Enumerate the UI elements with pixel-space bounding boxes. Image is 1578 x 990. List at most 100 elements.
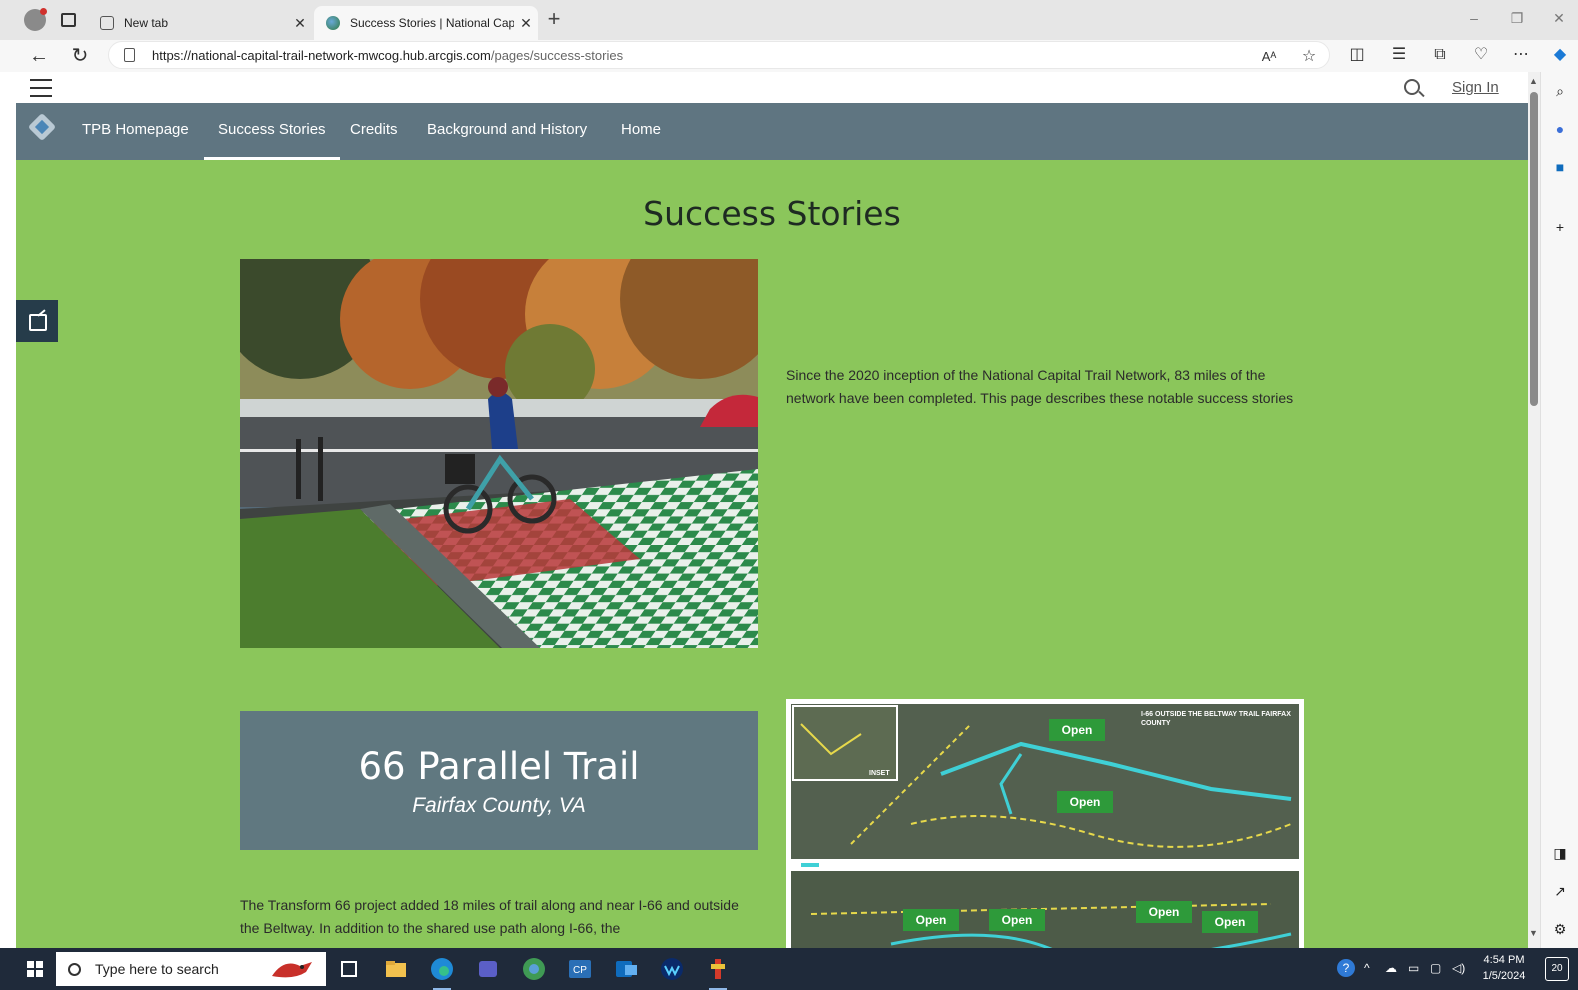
taskbar-search-icon: [68, 962, 81, 976]
map-open-badge: Open: [903, 909, 959, 931]
edge-browser-icon[interactable]: [429, 956, 455, 990]
sign-in-link[interactable]: Sign In: [1452, 79, 1499, 96]
notification-center-icon[interactable]: 20: [1545, 957, 1569, 981]
search-icon[interactable]: [1404, 79, 1420, 95]
profile-notification-dot: [40, 8, 47, 15]
story-card: 66 Parallel Trail Fairfax County, VA: [240, 711, 758, 850]
sidebar-shopping-icon[interactable]: ●: [1551, 120, 1569, 138]
windows-taskbar: Type here to search CP ? ^ ☁ ▭ ▢ ◁) 4:54…: [0, 948, 1578, 990]
photo-illustration: [240, 259, 758, 648]
refresh-icon[interactable]: ↻: [67, 43, 93, 69]
url-path: /pages/success-stories: [490, 48, 624, 63]
back-arrow-icon[interactable]: ←: [26, 43, 52, 69]
map-title: I-66 OUTSIDE THE BELTWAY TRAIL FAIRFAX C…: [1141, 711, 1291, 727]
nav-background-and-history[interactable]: Background and History: [427, 121, 587, 138]
onedrive-cloud-icon[interactable]: ☁: [1385, 961, 1397, 975]
lock-icon[interactable]: [124, 48, 135, 62]
volume-icon[interactable]: ◁): [1452, 961, 1465, 975]
map-inset-label: INSET: [869, 770, 890, 777]
new-tab-page-icon: [100, 16, 114, 30]
restore-icon[interactable]: ❐: [1507, 10, 1527, 27]
site-navigation: TPB Homepage Success Stories Credits Bac…: [16, 103, 1528, 160]
tab-title: Success Stories | National Capital: [350, 16, 514, 30]
outlook-icon[interactable]: [613, 956, 639, 982]
show-hidden-icons-chevron-icon[interactable]: ^: [1364, 961, 1370, 975]
trail-map-image: I-66 OUTSIDE THE BELTWAY TRAIL FAIRFAX C…: [786, 699, 1304, 948]
pinned-app-icon[interactable]: [705, 956, 731, 990]
map-open-badge: Open: [1057, 791, 1113, 813]
globe-favicon-icon: [326, 16, 340, 30]
browser-sidebar: ⌕ ● ■ + ◨ ↗ ⚙: [1540, 72, 1578, 948]
tab-title: New tab: [124, 16, 169, 30]
sidebar-add-icon[interactable]: +: [1551, 218, 1569, 236]
help-badge-icon[interactable]: ?: [1336, 958, 1356, 981]
sidebar-layout-icon[interactable]: ◨: [1551, 844, 1569, 862]
svg-text:?: ?: [1343, 961, 1350, 975]
task-view-icon[interactable]: [336, 956, 362, 982]
outlook-icon[interactable]: ■: [1551, 158, 1569, 176]
settings-gear-icon[interactable]: ⚙: [1551, 920, 1569, 938]
address-toolbar: ← ↻ https://national-capital-trail-netwo…: [0, 40, 1578, 72]
site-top-strip: Sign In: [16, 72, 1528, 103]
network-icon[interactable]: ▢: [1430, 961, 1441, 975]
page-viewport: Sign In TPB Homepage Success Stories Cre…: [16, 72, 1528, 948]
story-body-paragraph: The Transform 66 project added 18 miles …: [240, 897, 739, 936]
external-link-icon[interactable]: ↗: [1551, 882, 1569, 900]
sidebar-search-icon[interactable]: ⌕: [1551, 82, 1569, 100]
trail-map: I-66 OUTSIDE THE BELTWAY TRAIL FAIRFAX C…: [791, 704, 1299, 948]
browser-essentials-icon[interactable]: ♡: [1471, 45, 1491, 65]
site-logo-icon[interactable]: [27, 112, 57, 142]
battery-icon[interactable]: ▭: [1408, 961, 1419, 975]
browser-tab-success-stories[interactable]: Success Stories | National Capital ✕: [314, 6, 538, 40]
url-text[interactable]: https://national-capital-trail-network-m…: [152, 48, 623, 63]
minimize-icon[interactable]: –: [1464, 10, 1484, 26]
map-open-badge: Open: [989, 909, 1045, 931]
window-close-icon[interactable]: ✕: [1549, 10, 1569, 27]
address-bar[interactable]: https://national-capital-trail-network-m…: [108, 41, 1330, 69]
browser-tab-bar: New tab ✕ Success Stories | National Cap…: [0, 0, 1578, 40]
webex-icon[interactable]: [659, 956, 685, 982]
story-title: 66 Parallel Trail: [358, 745, 640, 788]
scroll-up-arrow-icon[interactable]: ▲: [1529, 76, 1538, 86]
chrome-globe-icon[interactable]: [521, 956, 547, 982]
nav-credits[interactable]: Credits: [350, 121, 398, 138]
share-button[interactable]: [16, 300, 58, 342]
tab-actions-icon[interactable]: [61, 13, 76, 27]
map-open-badge: Open: [1136, 901, 1192, 923]
svg-text:CP: CP: [573, 965, 587, 976]
more-menu-icon[interactable]: ⋯: [1511, 45, 1531, 65]
split-screen-icon[interactable]: ◫: [1347, 45, 1367, 65]
scrollbar-thumb[interactable]: [1530, 92, 1538, 406]
favorite-star-icon[interactable]: ☆: [1299, 47, 1319, 67]
close-icon[interactable]: ✕: [288, 15, 312, 32]
close-icon[interactable]: ✕: [514, 15, 538, 32]
new-tab-plus-icon[interactable]: +: [543, 8, 565, 32]
map-open-badge: Open: [1202, 911, 1258, 933]
copilot-icon[interactable]: ◆: [1550, 45, 1570, 65]
file-explorer-icon[interactable]: [383, 956, 409, 982]
nav-success-stories[interactable]: Success Stories: [204, 121, 340, 160]
map-open-badge: Open: [1049, 719, 1105, 741]
read-aloud-icon[interactable]: Aᴬ: [1259, 47, 1279, 67]
cp-app-icon[interactable]: CP: [567, 956, 593, 982]
page-scrollbar[interactable]: ▲ ▼: [1528, 72, 1540, 948]
page-title: Success Stories: [643, 194, 901, 233]
nav-home[interactable]: Home: [621, 121, 661, 138]
browser-tab-new-tab[interactable]: New tab ✕: [88, 6, 312, 40]
taskbar-search-box[interactable]: Type here to search: [56, 952, 326, 986]
clock-date: 1/5/2024: [1482, 970, 1526, 982]
nav-tpb-homepage[interactable]: TPB Homepage: [82, 121, 189, 138]
intro-paragraph: Since the 2020 inception of the National…: [786, 367, 1294, 406]
cyclist-crosswalk-photo: [240, 259, 758, 648]
teams-icon[interactable]: [475, 956, 501, 982]
taskbar-search-placeholder: Type here to search: [95, 961, 219, 977]
cardinal-bird-icon: [272, 962, 312, 978]
windows-start-icon[interactable]: [27, 961, 43, 977]
story-subtitle: Fairfax County, VA: [412, 794, 586, 817]
url-host: https://national-capital-trail-network-m…: [152, 48, 491, 63]
scroll-down-arrow-icon[interactable]: ▼: [1529, 928, 1538, 938]
hamburger-menu-icon[interactable]: [30, 79, 52, 97]
collections-icon[interactable]: ⧉: [1430, 45, 1450, 65]
taskbar-clock[interactable]: 4:54 PM 1/5/2024: [1476, 952, 1532, 984]
favorites-icon[interactable]: ☰: [1389, 45, 1409, 65]
